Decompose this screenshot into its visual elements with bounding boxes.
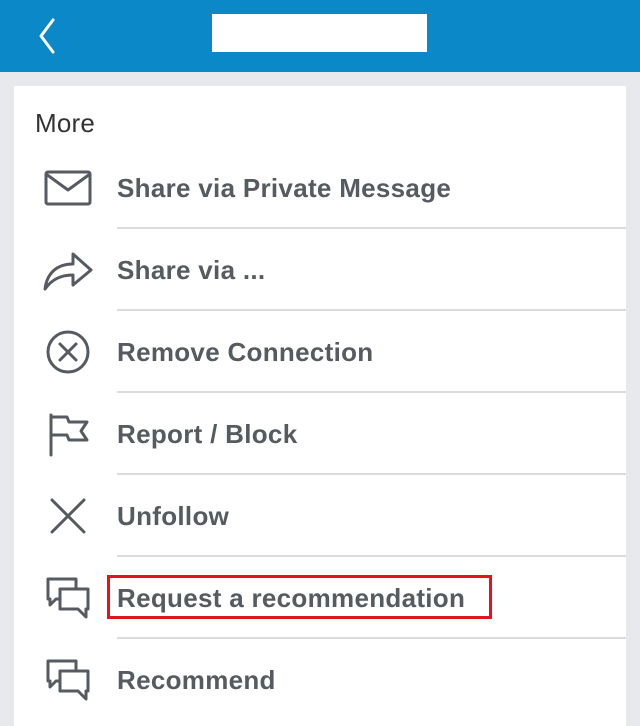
menu-item-label: Share via ... xyxy=(117,255,266,285)
close-x-icon xyxy=(38,492,98,540)
remove-circle-icon xyxy=(38,328,98,376)
menu-item-label: Recommend xyxy=(117,665,276,695)
section-title: More xyxy=(35,108,96,138)
menu-item-label: Unfollow xyxy=(117,501,230,531)
menu-item-recommend[interactable]: Recommend xyxy=(14,639,626,721)
menu-item-report-block[interactable]: Report / Block xyxy=(14,393,626,475)
page-title xyxy=(212,14,427,52)
menu-item-label: Remove Connection xyxy=(117,337,374,367)
share-arrow-icon xyxy=(38,246,98,294)
menu-item-share-via[interactable]: Share via ... xyxy=(14,229,626,311)
back-button[interactable] xyxy=(26,10,70,62)
menu-item-remove-connection[interactable]: Remove Connection xyxy=(14,311,626,393)
chevron-left-icon xyxy=(39,18,55,54)
highlight-box xyxy=(107,575,492,619)
menu-item-label: Report / Block xyxy=(117,419,298,449)
more-options-panel: More Share via Private Message Share via… xyxy=(14,86,626,726)
envelope-icon xyxy=(38,164,98,212)
chat-bubbles-icon xyxy=(38,574,98,622)
chat-bubbles-icon xyxy=(38,656,98,704)
top-bar xyxy=(0,0,640,72)
menu-item-label: Share via Private Message xyxy=(117,173,452,203)
menu-item-share-private-message[interactable]: Share via Private Message xyxy=(14,147,626,229)
flag-icon xyxy=(38,410,98,458)
menu-item-unfollow[interactable]: Unfollow xyxy=(14,475,626,557)
